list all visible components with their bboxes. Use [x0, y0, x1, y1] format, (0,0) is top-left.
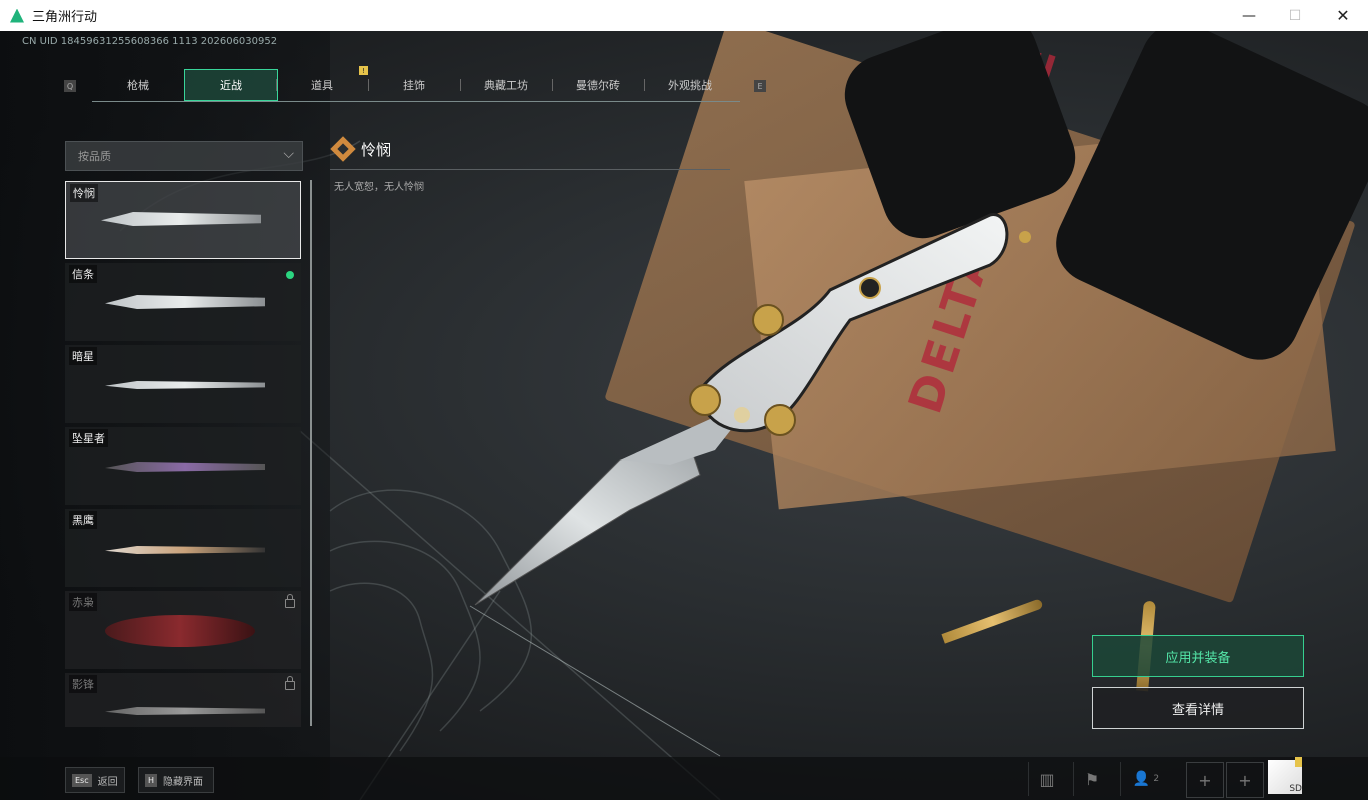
melee-item-name: 怜悯 — [70, 184, 98, 202]
tab-collection-workshop[interactable]: 典藏工坊 — [460, 69, 552, 101]
chevron-down-icon: ⌵ — [283, 146, 294, 162]
close-button[interactable]: ✕ — [1320, 0, 1366, 31]
melee-item-name: 黑鹰 — [69, 511, 97, 529]
melee-item-mercy[interactable]: 怜悯 — [65, 181, 301, 259]
weapon-name: 怜悯 — [361, 141, 392, 159]
lock-icon — [285, 594, 295, 608]
apply-and-equip-button[interactable]: 应用并装备 — [1092, 635, 1304, 677]
new-indicator-dot — [286, 271, 294, 279]
tab-mandel-brick[interactable]: 曼德尔砖 — [552, 69, 644, 101]
friends-button[interactable]: 👤 2 — [1120, 762, 1171, 796]
category-tabs: 枪械 近战 道具 挂饰 典藏工坊 曼德尔砖 外观挑战 — [92, 69, 740, 102]
window-titlebar: 三角洲行动 — ☐ ✕ — [0, 0, 1368, 31]
melee-item-shadow-blade[interactable]: 影锋 — [65, 673, 301, 727]
tab-prev-key[interactable]: Q — [64, 80, 76, 92]
melee-item-dark-star[interactable]: 暗星 — [65, 345, 301, 423]
view-details-button[interactable]: 查看详情 — [1092, 687, 1304, 729]
hide-ui-label: 隐藏界面 — [163, 776, 204, 788]
melee-item-red-owl[interactable]: 赤枭 — [65, 591, 301, 669]
list-scrollbar[interactable] — [310, 180, 312, 726]
melee-item-name: 坠星者 — [69, 429, 108, 447]
divider — [330, 169, 730, 170]
flag-icon[interactable]: ⚑ — [1073, 762, 1110, 796]
melee-item-name: 影锋 — [69, 675, 97, 693]
quality-sort-dropdown[interactable]: 按品质 ⌵ — [65, 141, 303, 171]
melee-item-black-hawk[interactable]: 黑鹰 — [65, 509, 301, 587]
weapon-description: 无人宽恕，无人怜悯 — [334, 182, 424, 193]
tab-next-key[interactable]: E — [754, 80, 766, 92]
friends-count: 2 — [1153, 774, 1160, 784]
tab-gadgets[interactable]: 道具 — [276, 69, 368, 101]
tab-appearance-challenge[interactable]: 外观挑战 — [644, 69, 736, 101]
tab-guns[interactable]: 枪械 — [92, 69, 184, 101]
melee-item-star-faller[interactable]: 坠星者 — [65, 427, 301, 505]
app-logo-icon — [10, 8, 24, 23]
melee-weapon-preview — [474, 213, 1031, 606]
melee-item-name: 信条 — [69, 265, 97, 283]
h-key-hint: H — [145, 773, 158, 787]
knife-thumbnail — [105, 462, 265, 472]
minimize-button[interactable]: — — [1226, 0, 1272, 31]
tab-melee[interactable]: 近战 — [184, 69, 278, 101]
window-title: 三角洲行动 — [32, 10, 98, 25]
player-uid: CN UID 18459631255608366 1113 2026060309… — [22, 36, 278, 47]
knife-thumbnail — [105, 707, 265, 715]
knife-thumbnail — [105, 381, 265, 389]
hide-ui-button[interactable]: H 隐藏界面 — [138, 767, 214, 793]
esc-key-hint: Esc — [72, 773, 92, 787]
melee-item-creed[interactable]: 信条 — [65, 263, 301, 341]
melee-item-name: 赤枭 — [69, 593, 97, 611]
add-slot-button-2[interactable]: + — [1226, 762, 1264, 798]
knife-thumbnail — [105, 295, 265, 309]
maximize-button[interactable]: ☐ — [1272, 0, 1318, 31]
back-button[interactable]: Esc 返回 — [65, 767, 125, 793]
knife-thumbnail — [105, 615, 255, 647]
stats-icon[interactable]: ▥ — [1028, 762, 1065, 796]
knife-thumbnail — [101, 212, 261, 226]
lock-icon — [285, 676, 295, 690]
tab-charms[interactable]: 挂饰 — [368, 69, 460, 101]
avatar-notice-badge — [1295, 757, 1302, 767]
back-label: 返回 — [97, 776, 118, 788]
melee-item-name: 暗星 — [69, 347, 97, 365]
quality-sort-label: 按品质 — [78, 150, 111, 163]
friends-icon: 👤 — [1132, 771, 1151, 787]
knife-thumbnail — [105, 546, 265, 554]
add-slot-button[interactable]: + — [1186, 762, 1224, 798]
